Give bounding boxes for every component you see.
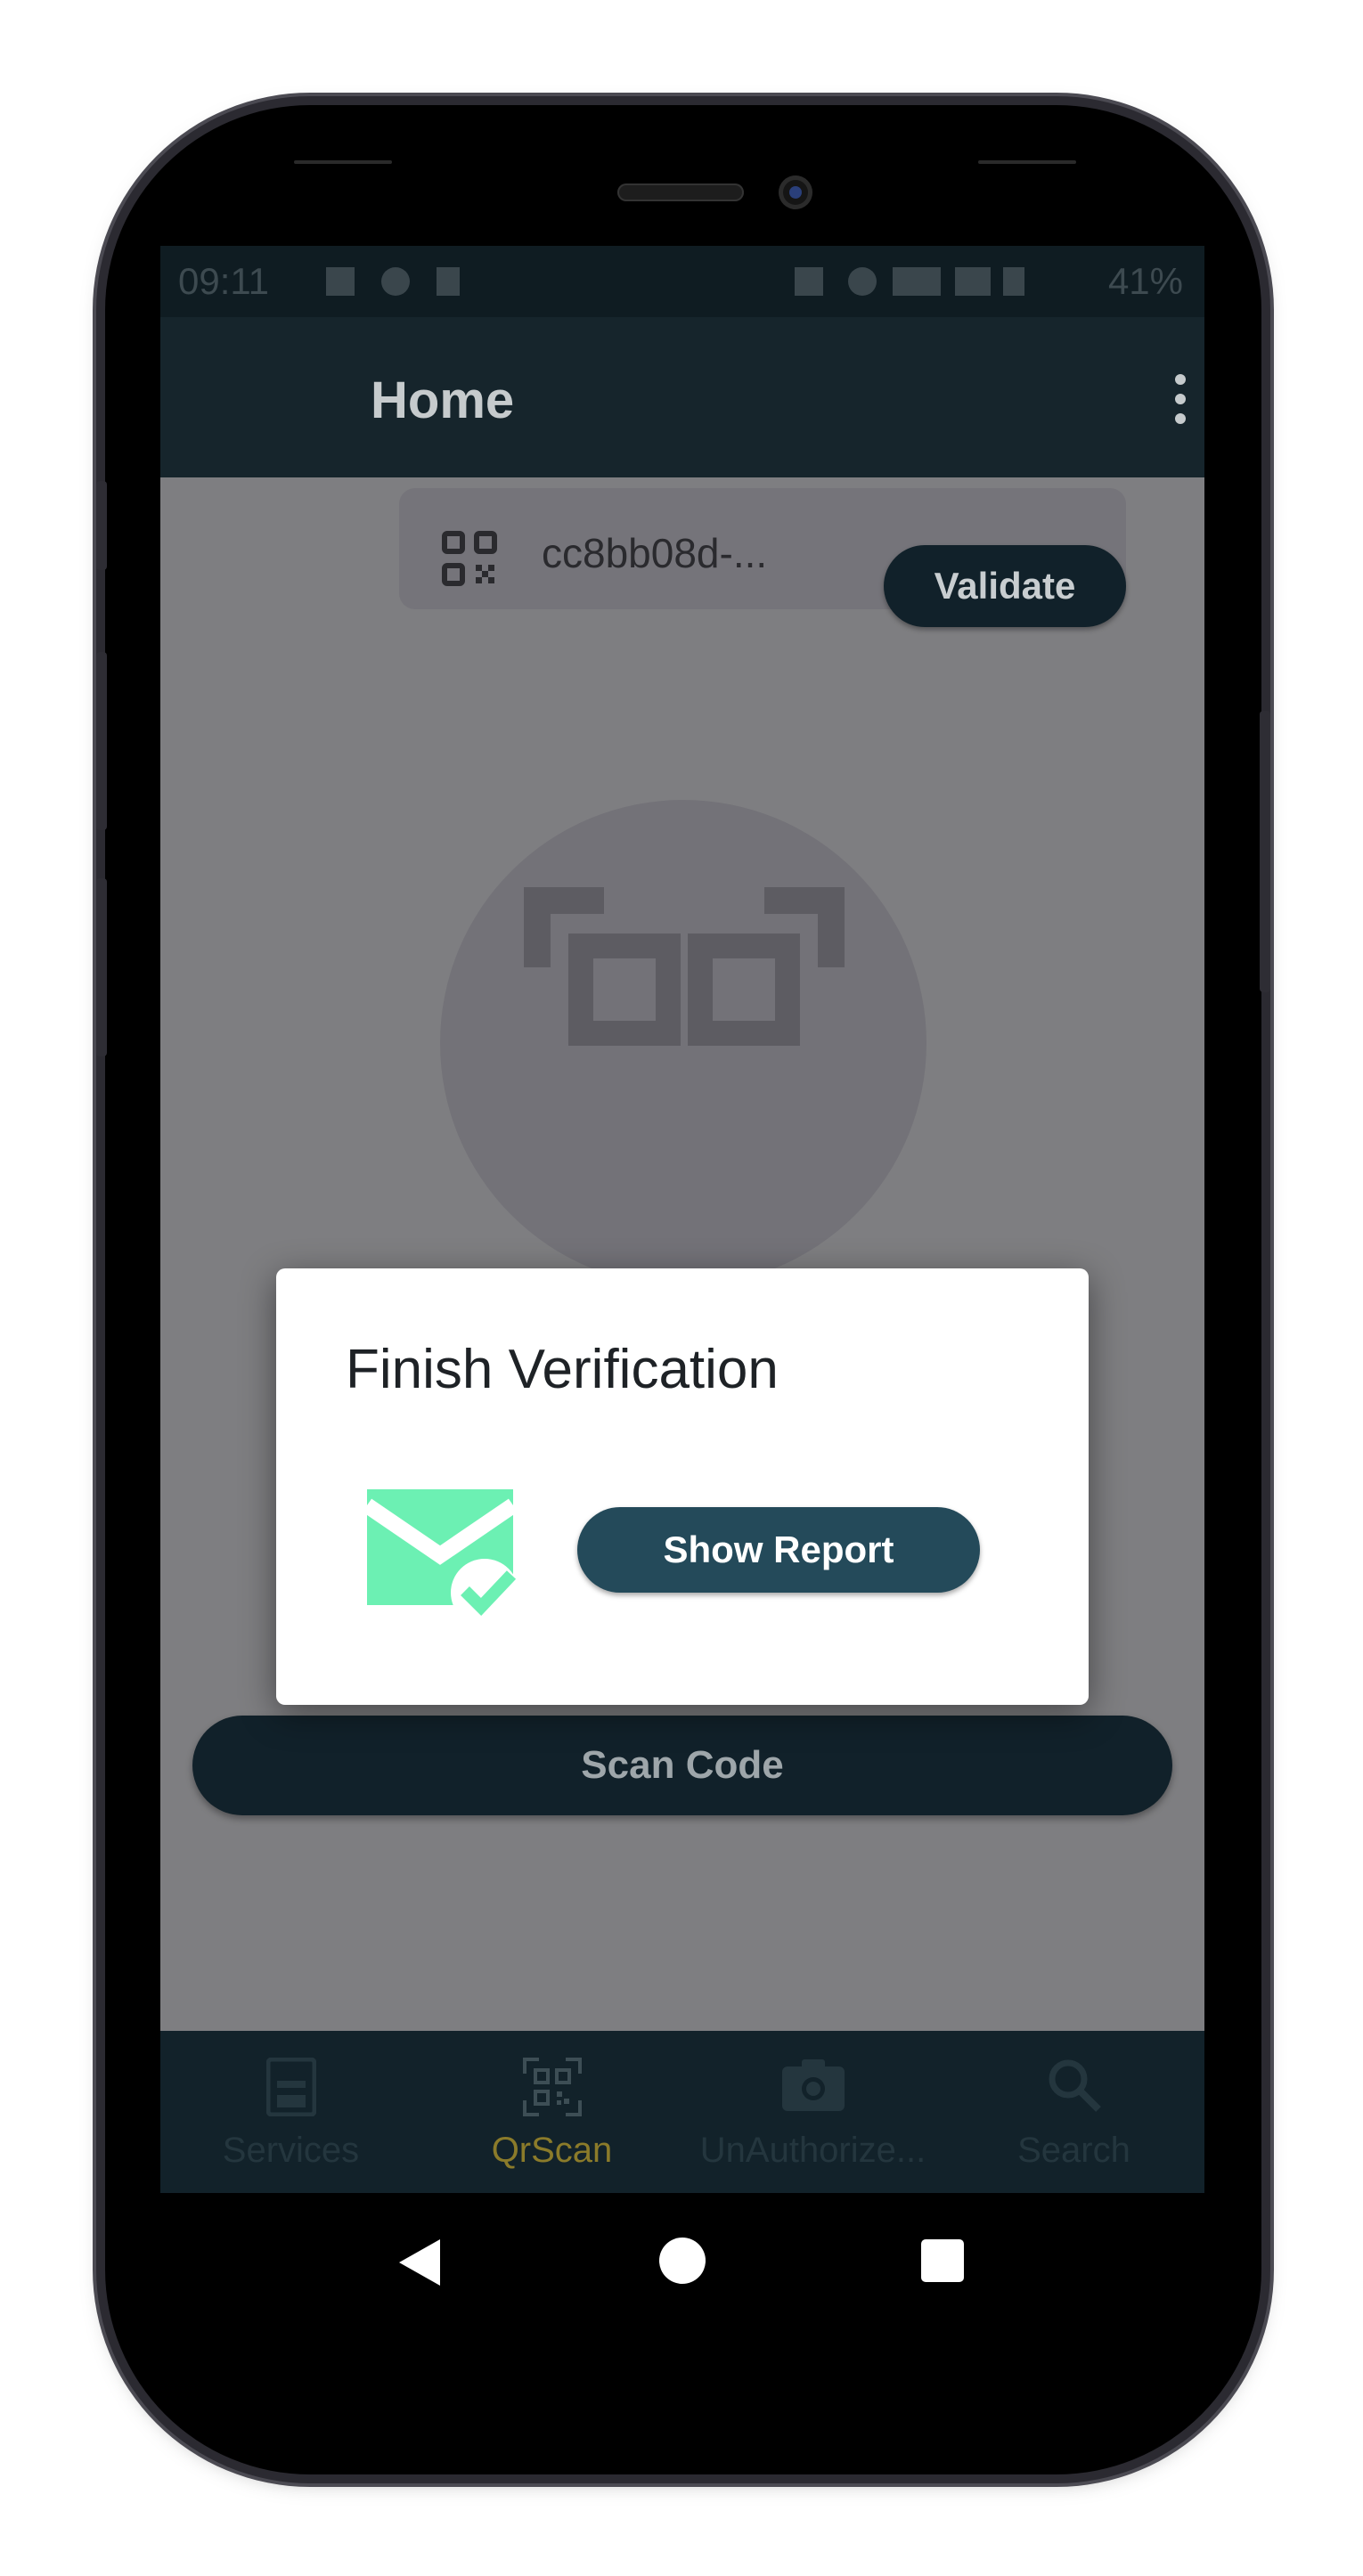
validate-button[interactable]: Validate xyxy=(884,545,1126,627)
bottom-navigation: Services QrScan UnAuthorize... Search xyxy=(160,2031,1204,2193)
more-vertical-icon[interactable] xyxy=(1174,374,1187,424)
mute-switch xyxy=(96,481,107,570)
services-icon xyxy=(265,2058,316,2116)
frame-line-right xyxy=(978,160,1076,164)
search-icon xyxy=(1049,2059,1101,2112)
nav-label-search: Search xyxy=(1017,2131,1130,2170)
qr-code-icon xyxy=(442,531,497,586)
back-icon[interactable] xyxy=(399,2239,440,2286)
nav-item-unauthorized[interactable]: UnAuthorize... xyxy=(682,2031,943,2193)
system-navigation-bar xyxy=(160,2193,1204,2327)
frame-line-left xyxy=(294,160,392,164)
dialog-title: Finish Verification xyxy=(346,1339,779,1400)
battery-icon xyxy=(1003,267,1024,296)
front-camera xyxy=(779,175,812,209)
status-time: 09:11 xyxy=(178,260,269,302)
earpiece-speaker xyxy=(617,183,744,201)
qr-frame-illustration-icon xyxy=(524,887,845,1046)
main-content: cc8bb08d-... Validate Scan Code Finish V… xyxy=(160,477,1204,2031)
battery-percent: 41% xyxy=(1107,260,1183,302)
power-button xyxy=(1260,711,1270,992)
show-report-button[interactable]: Show Report xyxy=(577,1507,980,1593)
home-icon[interactable] xyxy=(659,2238,706,2284)
volume-down-button xyxy=(96,878,107,1056)
page-title: Home xyxy=(371,371,515,429)
mute-icon xyxy=(795,267,823,296)
qr-scan-icon xyxy=(522,2058,582,2116)
image-notification-icon xyxy=(326,267,355,296)
signal-2-icon xyxy=(955,267,991,296)
nav-item-services[interactable]: Services xyxy=(160,2031,421,2193)
nav-item-search[interactable]: Search xyxy=(943,2031,1204,2193)
recent-apps-icon[interactable] xyxy=(921,2239,964,2282)
camera-icon xyxy=(781,2059,845,2111)
screen: 09:11 41% Home cc8bb08d-... Validate Sca… xyxy=(160,246,1204,2193)
hotspot-icon xyxy=(848,267,877,296)
mail-check-icon xyxy=(367,1489,518,1625)
app-bar: Home xyxy=(160,317,1204,477)
sync-notification-icon xyxy=(381,267,410,296)
finish-verification-dialog: Finish Verification Show Report xyxy=(276,1268,1089,1705)
nav-label-qrscan: QrScan xyxy=(491,2131,613,2170)
qr-code-value: cc8bb08d-... xyxy=(542,530,768,576)
status-bar: 09:11 41% xyxy=(160,246,1204,317)
scan-code-button[interactable]: Scan Code xyxy=(192,1716,1172,1815)
nav-label-unauthorized: UnAuthorize... xyxy=(699,2131,926,2170)
volume-up-button xyxy=(96,652,107,830)
nav-label-services: Services xyxy=(222,2131,360,2170)
nav-item-qrscan[interactable]: QrScan xyxy=(421,2031,682,2193)
lock-notification-icon xyxy=(437,267,460,296)
signal-icon xyxy=(893,267,941,296)
